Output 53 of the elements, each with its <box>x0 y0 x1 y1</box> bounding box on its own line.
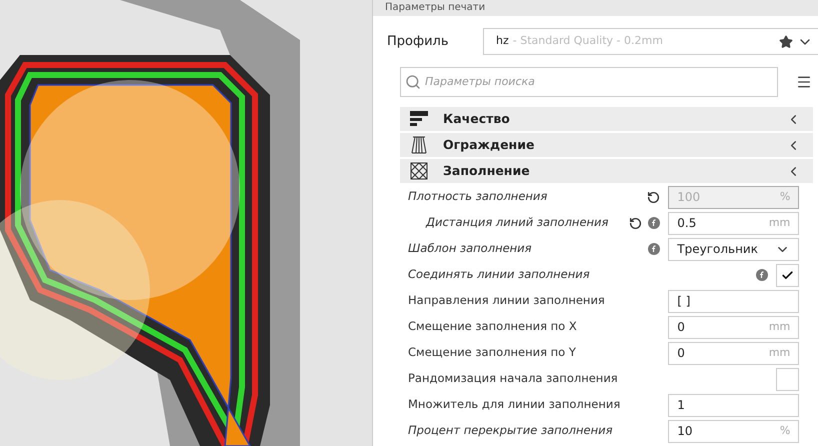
setting-field[interactable]: 10 % <box>668 420 800 442</box>
setting-field[interactable]: 1 <box>668 394 800 416</box>
setting-field[interactable]: [ ] <box>668 290 800 312</box>
category-header[interactable]: Заполнение <box>400 159 814 183</box>
field-value: 10 <box>677 423 693 440</box>
profile-label: Профиль <box>387 32 450 51</box>
category-title: Ограждение <box>443 136 536 154</box>
menu-icon[interactable] <box>796 74 812 90</box>
unit-label: % <box>780 188 790 205</box>
setting-label: Множитель для линии заполнения <box>408 396 620 414</box>
star-icon[interactable] <box>779 34 794 48</box>
setting-label: Смещение заполнения по Y <box>408 344 577 362</box>
unit-label: mm <box>768 344 790 361</box>
search-icon <box>405 74 421 90</box>
field-value: 100 <box>677 189 700 206</box>
dropdown-value: Треугольник <box>677 241 758 258</box>
setting-field[interactable]: 0 mm <box>668 316 800 338</box>
function-icon[interactable] <box>756 269 768 281</box>
category-header[interactable]: Ограждение <box>400 133 814 157</box>
field-value: [ ] <box>677 293 690 310</box>
check-icon <box>781 268 794 282</box>
tower-icon <box>410 136 428 154</box>
category-title: Качество <box>443 110 511 128</box>
panel-title: Параметры печати <box>373 0 818 16</box>
unit-label: % <box>780 422 790 439</box>
grid-pattern-icon <box>410 162 428 180</box>
field-value: 1 <box>677 397 685 414</box>
search-field[interactable]: Параметры поиска <box>400 67 778 97</box>
field-value: 0 <box>677 345 685 362</box>
setting-label: Дистанция линий заполнения <box>426 214 610 232</box>
setting-label: Плотность заполнения <box>408 188 548 206</box>
layers-icon <box>410 111 428 127</box>
unit-label: mm <box>768 214 790 231</box>
field-value: 0 <box>677 319 685 336</box>
setting-label: Процент перекрытие заполнения <box>408 422 614 440</box>
category-title: Заполнение <box>443 162 531 180</box>
checkbox[interactable] <box>776 264 800 286</box>
setting-field[interactable]: 0 mm <box>668 342 800 364</box>
setting-label: Шаблон заполнения <box>408 240 533 258</box>
search-input[interactable]: Параметры поиска <box>425 74 774 90</box>
category-header[interactable]: Качество <box>400 107 814 131</box>
profile-dropdown[interactable]: hz - Standard Quality - 0.2mm <box>483 28 818 55</box>
unit-label: mm <box>768 318 790 335</box>
field-value: 0.5 <box>677 215 696 232</box>
setting-label: Направления линии заполнения <box>408 292 606 310</box>
checkbox[interactable] <box>776 368 800 390</box>
function-icon[interactable] <box>648 243 660 255</box>
profile-detail: - Standard Quality - 0.2mm <box>512 33 664 50</box>
setting-label: Смещение заполнения по X <box>408 318 578 336</box>
pattern-dropdown[interactable]: Треугольник <box>668 238 800 260</box>
setting-label: Соединять линии заполнения <box>408 266 591 284</box>
profile-name: hz <box>496 33 509 50</box>
setting-label: Рандомизация начала заполнения <box>408 370 619 388</box>
